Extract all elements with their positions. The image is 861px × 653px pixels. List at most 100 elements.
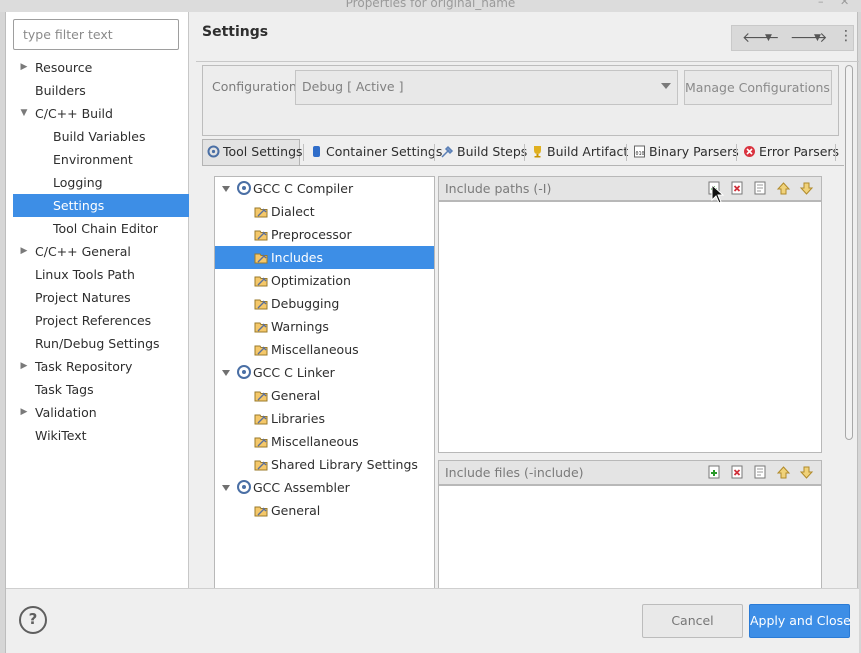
chevron-down-icon[interactable]: ▼ bbox=[18, 102, 30, 125]
option-tree-label: Dialect bbox=[271, 204, 315, 219]
tab-binary-parsers[interactable]: 010 Binary Parsers bbox=[629, 140, 739, 165]
nav-item-label: Task Tags bbox=[35, 382, 94, 397]
nav-item[interactable]: Logging bbox=[6, 171, 189, 194]
back-arrow-icon[interactable]: 🡐 bbox=[742, 29, 780, 46]
option-tree-label: Debugging bbox=[271, 296, 340, 311]
move-up-icon[interactable] bbox=[776, 465, 791, 480]
manage-configurations-button[interactable]: Manage Configurations... bbox=[684, 70, 832, 105]
option-tree-item[interactable]: Miscellaneous bbox=[215, 338, 434, 361]
nav-item[interactable]: ▶ Resource bbox=[6, 56, 189, 79]
option-folder-icon bbox=[254, 414, 268, 425]
move-up-icon[interactable] bbox=[776, 181, 791, 196]
page-scrollbar[interactable] bbox=[845, 65, 853, 440]
tool-tree-item[interactable]: GCC C Linker bbox=[215, 361, 434, 384]
chevron-down-icon[interactable] bbox=[222, 370, 230, 376]
option-folder-icon bbox=[254, 460, 268, 471]
nav-item[interactable]: Task Tags bbox=[6, 378, 189, 401]
close-icon[interactable]: ✕ bbox=[840, 0, 849, 7]
chevron-down-icon[interactable] bbox=[222, 186, 230, 192]
delete-item-icon[interactable] bbox=[730, 181, 745, 196]
nav-item[interactable]: Linux Tools Path bbox=[6, 263, 189, 286]
option-tree-item[interactable]: Optimization bbox=[215, 269, 434, 292]
option-tree-item[interactable]: Shared Library Settings bbox=[215, 453, 434, 476]
mouse-cursor-icon bbox=[711, 184, 725, 204]
nav-item[interactable]: Project Natures bbox=[6, 286, 189, 309]
nav-item[interactable]: Tool Chain Editor bbox=[6, 217, 189, 240]
option-tree-item[interactable]: General bbox=[215, 499, 434, 522]
nav-item[interactable]: WikiText bbox=[6, 424, 189, 447]
option-tree-item[interactable]: Libraries bbox=[215, 407, 434, 430]
tool-gear-icon bbox=[237, 365, 251, 379]
tool-tree-item[interactable]: GCC Assembler bbox=[215, 476, 434, 499]
nav-item[interactable]: Settings bbox=[13, 194, 189, 217]
nav-item[interactable]: ▶ Validation bbox=[6, 401, 189, 424]
delete-item-icon[interactable] bbox=[730, 465, 745, 480]
nav-item[interactable]: Build Variables bbox=[6, 125, 189, 148]
cancel-button[interactable]: Cancel bbox=[642, 604, 743, 638]
option-tree-item[interactable]: Warnings bbox=[215, 315, 434, 338]
nav-item[interactable]: Builders bbox=[6, 79, 189, 102]
chevron-right-icon[interactable]: ▶ bbox=[18, 56, 30, 79]
edit-item-icon[interactable] bbox=[753, 181, 768, 196]
option-tree-item[interactable]: Includes bbox=[215, 246, 434, 269]
option-folder-icon bbox=[254, 230, 268, 241]
option-tree-item[interactable]: Preprocessor bbox=[215, 223, 434, 246]
move-down-icon[interactable] bbox=[799, 465, 814, 480]
forward-menu-chevron-icon[interactable]: ▼ bbox=[814, 33, 821, 43]
tool-settings-icon bbox=[207, 145, 220, 158]
option-tree-item[interactable]: General bbox=[215, 384, 434, 407]
tool-tree-item[interactable]: GCC C Compiler bbox=[215, 177, 434, 200]
option-folder-icon bbox=[254, 437, 268, 448]
add-item-icon[interactable] bbox=[707, 465, 722, 480]
chevron-down-icon[interactable] bbox=[222, 485, 230, 491]
include-files-list[interactable] bbox=[438, 485, 822, 588]
move-down-icon[interactable] bbox=[799, 181, 814, 196]
chevron-right-icon[interactable]: ▶ bbox=[18, 240, 30, 263]
nav-item-label: WikiText bbox=[35, 428, 87, 443]
option-tree-label: Miscellaneous bbox=[271, 434, 359, 449]
help-button[interactable]: ? bbox=[19, 606, 47, 634]
nav-item[interactable]: Run/Debug Settings bbox=[6, 332, 189, 355]
include-paths-title: Include paths (-I) bbox=[445, 181, 552, 196]
nav-item[interactable]: Environment bbox=[6, 148, 189, 171]
nav-item-label: Environment bbox=[53, 152, 133, 167]
tab-build-artifact[interactable]: Build Artifact bbox=[527, 140, 628, 165]
chevron-right-icon[interactable]: ▶ bbox=[18, 355, 30, 378]
option-tree-item[interactable]: Miscellaneous bbox=[215, 430, 434, 453]
option-folder-icon bbox=[254, 506, 268, 517]
minimize-icon[interactable]: – bbox=[818, 0, 824, 7]
history-nav: 🡐 ▼ 🡒 ▼ ⋮ bbox=[731, 25, 854, 51]
option-tree-label: General bbox=[271, 503, 321, 518]
apply-and-close-button[interactable]: Apply and Close bbox=[749, 604, 851, 638]
back-menu-chevron-icon[interactable]: ▼ bbox=[765, 33, 772, 43]
configuration-select[interactable]: Debug [ Active ] bbox=[295, 70, 678, 105]
nav-item-label: Logging bbox=[53, 175, 103, 190]
tab-tool-settings[interactable]: Tool Settings bbox=[202, 139, 303, 165]
edit-item-icon[interactable] bbox=[753, 465, 768, 480]
option-tree-label: Libraries bbox=[271, 411, 325, 426]
tab-separator bbox=[303, 144, 304, 161]
page-title: Settings bbox=[202, 24, 269, 40]
nav-item[interactable]: ▼ C/C++ Build bbox=[6, 102, 189, 125]
nav-item-label: Validation bbox=[35, 405, 97, 420]
chevron-right-icon[interactable]: ▶ bbox=[18, 401, 30, 424]
nav-item[interactable]: ▶ Task Repository bbox=[6, 355, 189, 378]
include-paths-header: Include paths (-I) bbox=[438, 176, 822, 201]
include-paths-list[interactable] bbox=[438, 201, 822, 453]
container-icon bbox=[313, 146, 320, 157]
forward-arrow-icon[interactable]: 🡒 bbox=[790, 29, 828, 46]
option-tree-item[interactable]: Debugging bbox=[215, 292, 434, 315]
option-tree-item[interactable]: Dialect bbox=[215, 200, 434, 223]
tab-container-settings[interactable]: Container Settings bbox=[306, 140, 442, 165]
include-files-header: Include files (-include) bbox=[438, 460, 822, 485]
filter-input[interactable] bbox=[13, 19, 179, 50]
tab-error-parsers[interactable]: Error Parsers bbox=[739, 140, 839, 165]
configuration-value: Debug [ Active ] bbox=[302, 79, 404, 94]
more-menu-icon[interactable]: ⋮ bbox=[839, 28, 853, 44]
tab-build-steps[interactable]: Build Steps bbox=[437, 140, 527, 165]
header-divider bbox=[196, 61, 859, 62]
tool-tree-label: GCC Assembler bbox=[253, 480, 350, 495]
build-artifact-icon bbox=[534, 146, 541, 158]
nav-item[interactable]: ▶ C/C++ General bbox=[6, 240, 189, 263]
nav-item[interactable]: Project References bbox=[6, 309, 189, 332]
